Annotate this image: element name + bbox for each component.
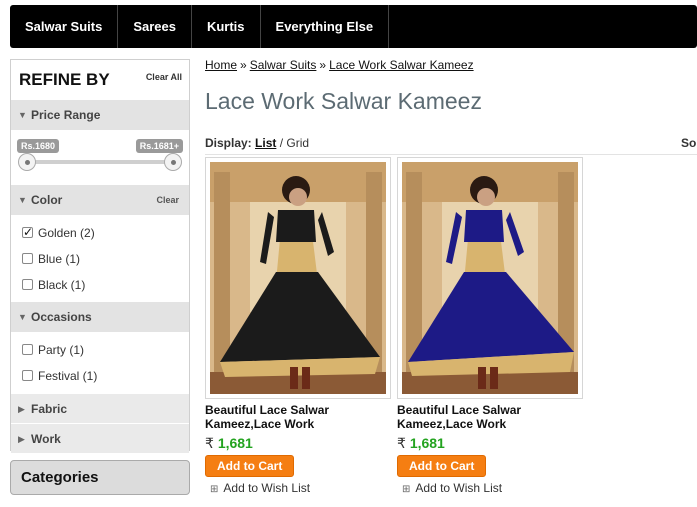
checkbox[interactable] (22, 344, 33, 355)
option-label: Golden (2) (38, 226, 95, 240)
add-to-wish-list-link[interactable]: ⊞ Add to Wish List (205, 481, 391, 495)
product-image[interactable] (397, 157, 583, 399)
price-range-header[interactable]: ▼ Price Range (11, 100, 189, 130)
product-photo (210, 162, 386, 394)
fabric-header[interactable]: ▶ Fabric (11, 393, 189, 423)
product-name[interactable]: Beautiful Lace Salwar Kameez,Lace Work (205, 403, 391, 431)
nav-item-salwar-suits[interactable]: Salwar Suits (10, 5, 119, 48)
work-label: Work (31, 432, 61, 446)
slider-max-handle[interactable] (164, 153, 182, 171)
option-label: Party (1) (38, 343, 85, 357)
price-amount: 1,681 (217, 435, 253, 451)
breadcrumb-current[interactable]: Lace Work Salwar Kameez (329, 58, 474, 72)
triangle-down-icon: ▼ (18, 195, 27, 205)
categories-title: Categories (21, 469, 99, 486)
plus-box-icon: ⊞ (210, 484, 219, 495)
color-clear-button[interactable]: Clear (156, 195, 179, 205)
occasions-label: Occasions (31, 310, 92, 324)
add-to-wish-list-link[interactable]: ⊞ Add to Wish List (397, 481, 583, 495)
occasion-options: Party (1) Festival (1) (11, 332, 189, 393)
product-name[interactable]: Beautiful Lace Salwar Kameez,Lace Work (397, 403, 583, 431)
display-toggle: Display: List / Grid (205, 136, 310, 150)
refine-title: REFINE BY (19, 70, 110, 89)
clear-all-button[interactable]: Clear All (146, 72, 182, 82)
fabric-label: Fabric (31, 402, 68, 416)
color-option-black[interactable]: Black (1) (11, 272, 189, 298)
color-label: Color (31, 193, 63, 207)
color-option-blue[interactable]: Blue (1) (11, 246, 189, 272)
wish-label: Add to Wish List (415, 481, 503, 495)
nav-item-sarees[interactable]: Sarees (118, 5, 192, 48)
product-image[interactable] (205, 157, 391, 399)
color-option-golden[interactable]: Golden (2) (11, 220, 189, 246)
rupee-icon: ₹ (205, 435, 214, 451)
breadcrumb: Home» Salwar Suits» Lace Work Salwar Kamee… (205, 58, 474, 72)
occasion-option-festival[interactable]: Festival (1) (11, 363, 189, 389)
triangle-down-icon: ▼ (18, 110, 27, 120)
slider-track[interactable] (26, 160, 174, 164)
categories-box[interactable]: Categories (10, 460, 190, 495)
nav-item-kurtis[interactable]: Kurtis (192, 5, 261, 48)
product-price: ₹ 1,681 (205, 435, 391, 452)
price-min-label: Rs.1680 (17, 139, 60, 153)
add-to-cart-button[interactable]: Add to Cart (397, 455, 487, 477)
occasion-option-party[interactable]: Party (1) (11, 337, 189, 363)
nav-item-everything-else[interactable]: Everything Else (261, 5, 390, 48)
slider-min-handle[interactable] (18, 153, 36, 171)
product-name-line2: Kameez,Lace Work (205, 417, 315, 431)
divider (205, 154, 697, 155)
sort-label: So (681, 136, 697, 150)
triangle-right-icon: ▶ (18, 434, 25, 444)
breadcrumb-home[interactable]: Home (205, 58, 237, 72)
refine-sidebar: REFINE BY Clear All ▼ Price Range Rs.168… (10, 59, 190, 453)
occasions-header[interactable]: ▼ Occasions (11, 302, 189, 332)
rupee-icon: ₹ (397, 435, 406, 451)
product-card: Beautiful Lace Salwar Kameez,Lace Work ₹… (397, 157, 583, 495)
display-label: Display: (205, 136, 252, 150)
color-header[interactable]: ▼ Color Clear (11, 185, 189, 215)
add-to-cart-button[interactable]: Add to Cart (205, 455, 295, 477)
breadcrumb-separator: » (240, 58, 247, 72)
list-view-link[interactable]: List (255, 136, 276, 150)
triangle-right-icon: ▶ (18, 404, 25, 414)
price-range-slider: Rs.1680 Rs.1681+ (11, 130, 189, 185)
work-header[interactable]: ▶ Work (11, 423, 189, 453)
checkbox-checked[interactable] (22, 225, 33, 239)
product-name-line1: Beautiful Lace Salwar (205, 403, 330, 417)
checkbox[interactable] (22, 253, 33, 264)
option-label: Black (1) (38, 278, 86, 292)
breadcrumb-salwar-suits[interactable]: Salwar Suits (250, 58, 317, 72)
checkbox[interactable] (22, 279, 33, 290)
refine-header: REFINE BY Clear All (11, 60, 189, 100)
triangle-down-icon: ▼ (18, 312, 27, 322)
option-label: Festival (1) (38, 369, 98, 383)
product-name-line2: Kameez,Lace Work (397, 417, 507, 431)
product-photo (402, 162, 578, 394)
wish-label: Add to Wish List (223, 481, 311, 495)
price-amount: 1,681 (409, 435, 445, 451)
plus-box-icon: ⊞ (402, 484, 411, 495)
product-price: ₹ 1,681 (397, 435, 583, 452)
price-max-label: Rs.1681+ (135, 139, 183, 153)
checkbox[interactable] (22, 370, 33, 381)
product-card: Beautiful Lace Salwar Kameez,Lace Work ₹… (205, 157, 391, 495)
color-options: Golden (2) Blue (1) Black (1) (11, 215, 189, 302)
page-title: Lace Work Salwar Kameez (205, 88, 482, 114)
option-label: Blue (1) (38, 252, 81, 266)
product-name-line1: Beautiful Lace Salwar (397, 403, 522, 417)
breadcrumb-separator: » (319, 58, 327, 72)
price-range-label: Price Range (31, 108, 101, 122)
grid-view-link[interactable]: Grid (286, 136, 309, 150)
top-navigation: Salwar Suits Sarees Kurtis Everything El… (10, 5, 697, 48)
